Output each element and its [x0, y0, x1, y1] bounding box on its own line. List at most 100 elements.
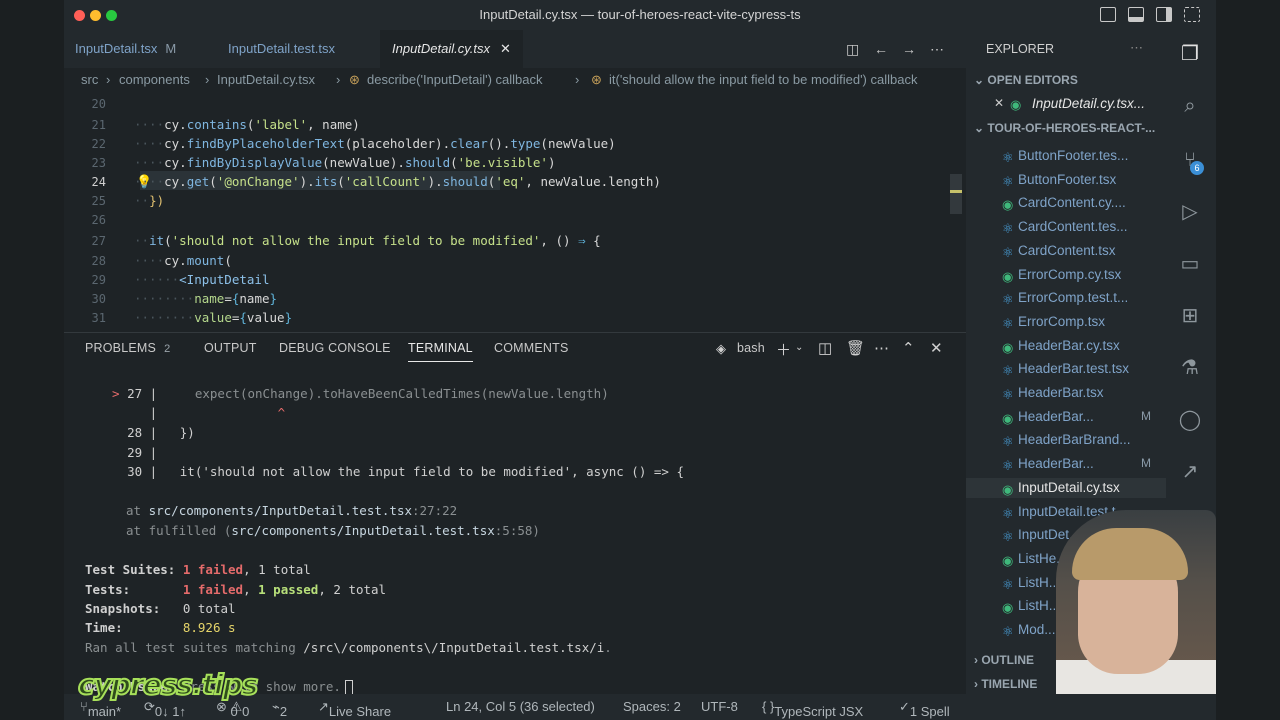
tab-label: PROBLEMS — [85, 341, 157, 355]
language-mode[interactable]: { } TypeScript JSX — [762, 699, 863, 719]
terminal-code: expect(onChange).toHaveBeenCalledTimes(n… — [194, 386, 609, 401]
file-tree-item[interactable]: HeaderBarBrand... — [1018, 432, 1131, 447]
file-tree-item[interactable]: HeaderBar.tsx — [1018, 385, 1104, 400]
toggle-panel-icon[interactable] — [1128, 7, 1144, 22]
tab-label: OUTPUT — [204, 341, 257, 355]
timeline-section[interactable]: › TIMELINE — [974, 677, 1037, 691]
editor-scrollbar[interactable] — [950, 174, 962, 214]
breadcrumb-item[interactable]: components — [119, 72, 190, 87]
testing-icon[interactable]: ⚗ — [1178, 356, 1202, 380]
extensions-icon[interactable]: ⊞ — [1178, 304, 1202, 328]
file-tree-item[interactable]: Mod... — [1018, 622, 1056, 637]
split-editor-icon[interactable]: ◫ — [846, 41, 859, 58]
file-tree-item[interactable]: CardContent.cy.... — [1018, 195, 1126, 210]
tab-inputdetail-tsx[interactable]: InputDetail.tsx M — [75, 30, 176, 68]
breadcrumb-item[interactable]: describe('InputDetail') callback — [367, 72, 543, 87]
live-share-button[interactable]: ↗ Live Share — [318, 699, 391, 719]
new-terminal-icon[interactable]: ＋ — [776, 339, 791, 360]
file-tree-item[interactable]: CardContent.tes... — [1018, 219, 1128, 234]
ran-suffix: . — [604, 640, 612, 655]
tab-inputdetail-test-tsx[interactable]: InputDetail.test.tsx — [228, 30, 335, 68]
tab-inputdetail-cy-tsx[interactable]: InputDetail.cy.tsx ✕ — [380, 30, 523, 68]
stack-file-link[interactable]: src/components/InputDetail.test.tsx — [149, 503, 412, 518]
tab-problems[interactable]: PROBLEMS 2 — [85, 341, 170, 355]
line-number: 24 — [91, 175, 106, 189]
title-bar: InputDetail.cy.tsx — tour-of-heroes-reac… — [64, 0, 1216, 30]
close-icon[interactable]: ✕ — [994, 96, 1004, 110]
breadcrumb-item[interactable]: src — [81, 72, 98, 87]
stack-position: :5:58) — [494, 523, 540, 538]
stack-prefix: at fulfilled ( — [126, 523, 232, 538]
file-tree-item[interactable]: HeaderBar... — [1018, 409, 1094, 424]
problems-indicator[interactable]: ⊗ 0 ⚠ 0 — [216, 699, 249, 719]
ports-indicator[interactable]: ⌁ 2 — [272, 699, 287, 719]
maximize-panel-icon[interactable]: ⌃ — [902, 339, 915, 357]
toggle-sidebar-icon[interactable] — [1100, 7, 1116, 22]
spell-check-indicator[interactable]: ✓ 1 Spell — [899, 699, 950, 719]
go-forward-icon[interactable]: → — [902, 41, 916, 57]
file-tree-item[interactable]: InputDetail.cy.tsx — [1018, 480, 1120, 495]
file-tree-item[interactable]: ButtonFooter.tes... — [1018, 148, 1128, 163]
code-editor[interactable]: 20 21 22 23 24 25 26 27 28 29 30 31 💡 ··… — [64, 92, 966, 332]
split-terminal-icon[interactable]: ◫ — [818, 339, 832, 357]
project-section[interactable]: ⌄ TOUR-OF-HEROES-REACT-... — [974, 121, 1155, 135]
line-number: 30 — [91, 292, 106, 306]
file-tree-item[interactable]: CardContent.tsx — [1018, 243, 1116, 258]
summary-label: Snapshots: — [85, 601, 161, 616]
live-share-icon[interactable]: ↗ — [1178, 460, 1202, 484]
cursor-position[interactable]: Ln 24, Col 5 (36 selected) — [446, 699, 595, 714]
file-tree-item[interactable]: ErrorComp.cy.tsx — [1018, 267, 1121, 282]
react-file-icon: ⚛ — [1002, 174, 1014, 189]
toggle-secondary-sidebar-icon[interactable] — [1156, 7, 1172, 22]
react-file-icon: ⚛ — [1002, 577, 1014, 592]
chevron-down-icon[interactable]: ⌄ — [795, 342, 803, 353]
github-icon[interactable]: ◯ — [1178, 408, 1202, 432]
outline-section[interactable]: › OUTLINE — [974, 653, 1034, 667]
trash-icon[interactable]: 🗑 — [846, 339, 865, 357]
breadcrumb-item[interactable]: InputDetail.cy.tsx — [217, 72, 315, 87]
file-tree-item[interactable]: HeaderBar... — [1018, 456, 1094, 471]
terminal-line-number: 30 — [127, 464, 143, 479]
branch-name: main* — [87, 704, 122, 719]
run-debug-icon[interactable]: ▷ — [1178, 200, 1202, 224]
sync-indicator[interactable]: ⟳ 0↓ 1↑ — [144, 699, 186, 719]
go-back-icon[interactable]: ← — [874, 41, 888, 57]
file-tree-item[interactable]: ListH... — [1018, 575, 1060, 590]
total-count: , 1 total — [243, 562, 311, 577]
close-tab-icon[interactable]: ✕ — [500, 41, 511, 56]
breadcrumb: src › components › InputDetail.cy.tsx › … — [64, 68, 966, 92]
shell-name[interactable]: bash — [737, 341, 765, 355]
search-icon[interactable]: ⌕ — [1178, 94, 1202, 118]
tab-output[interactable]: OUTPUT — [204, 341, 257, 355]
elapsed-time: 8.926 s — [182, 620, 236, 635]
presenter-hair — [1072, 528, 1188, 580]
more-actions-icon[interactable]: ⋯ — [930, 41, 944, 58]
code-line: ····cy.mount( — [134, 253, 232, 268]
open-editor-item[interactable]: InputDetail.cy.tsx... — [1032, 96, 1145, 111]
indentation-indicator[interactable]: Spaces: 2 — [623, 699, 681, 714]
close-panel-icon[interactable]: ✕ — [930, 339, 943, 357]
react-file-icon: ⚛ — [1002, 221, 1014, 236]
encoding-indicator[interactable]: UTF-8 — [701, 699, 738, 714]
line-number: 20 — [91, 97, 106, 111]
file-tree-item[interactable]: HeaderBar.cy.tsx — [1018, 338, 1120, 353]
open-editors-section[interactable]: ⌄ OPEN EDITORS — [974, 73, 1078, 87]
file-tree-item[interactable]: ListH... — [1018, 598, 1060, 613]
branch-indicator[interactable]: ⑂ main* — [80, 699, 121, 719]
summary-label: Time: — [85, 620, 123, 635]
customize-layout-icon[interactable] — [1184, 7, 1200, 22]
file-tree-item[interactable]: HeaderBar.test.tsx — [1018, 361, 1129, 376]
file-tree-item[interactable]: ButtonFooter.tsx — [1018, 172, 1116, 187]
terminal-line-number: 27 — [127, 386, 143, 401]
file-tree-item[interactable]: ErrorComp.test.t... — [1018, 290, 1128, 305]
more-actions-icon[interactable]: ⋯ — [874, 339, 889, 357]
file-tree-item[interactable]: ErrorComp.tsx — [1018, 314, 1105, 329]
explorer-icon[interactable]: ❐ — [1178, 42, 1202, 66]
more-actions-icon[interactable]: ⋯ — [1130, 40, 1143, 56]
stack-file-link[interactable]: src/components/InputDetail.test.tsx — [231, 523, 494, 538]
remote-explorer-icon[interactable]: ▭ — [1178, 252, 1202, 276]
tab-debug-console[interactable]: DEBUG CONSOLE — [279, 341, 391, 355]
tab-comments[interactable]: COMMENTS — [494, 341, 569, 355]
breadcrumb-item[interactable]: it('should allow the input field to be m… — [609, 72, 917, 87]
tab-terminal[interactable]: TERMINAL — [408, 341, 473, 362]
